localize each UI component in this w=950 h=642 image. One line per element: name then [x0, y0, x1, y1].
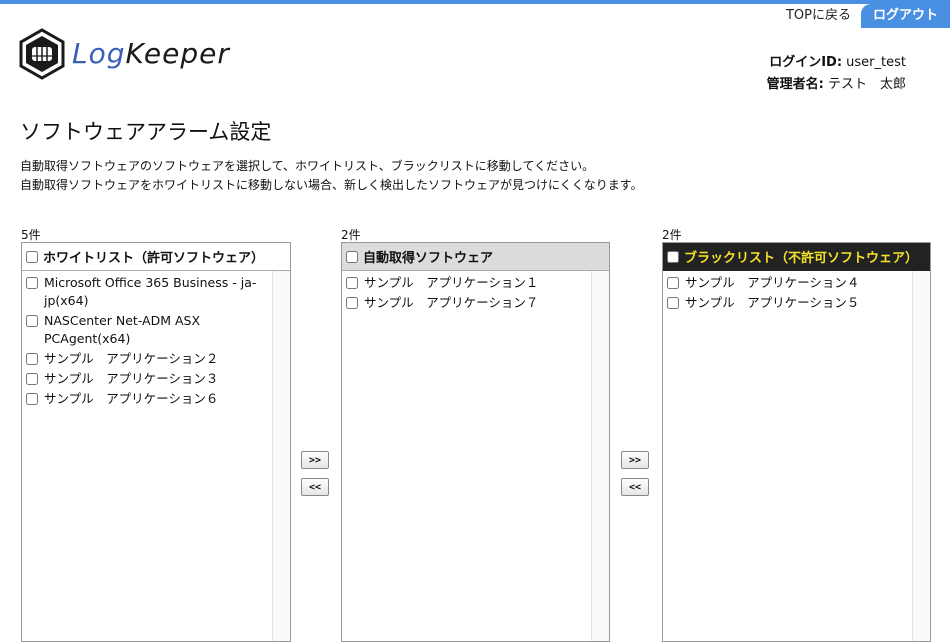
whitelist-list[interactable]: Microsoft Office 365 Business - ja-jp(x6…: [22, 271, 290, 641]
logkeeper-logo-icon: [19, 28, 65, 80]
blacklist-panel: ブラックリスト（不許可ソフトウェア） サンプル アプリケーション４ サンプル ア…: [662, 242, 931, 642]
list-item[interactable]: サンプル アプリケーション２: [26, 350, 270, 368]
page-description: 自動取得ソフトウェアのソフトウェアを選択して、ホワイトリスト、ブラックリストに移…: [20, 157, 643, 195]
logo: LogKeeper: [18, 28, 230, 80]
item-checkbox[interactable]: [26, 353, 38, 365]
logo-text-keeper: Keeper: [125, 37, 230, 70]
auto-select-all-checkbox[interactable]: [346, 250, 358, 263]
user-info: ログインID: user_test 管理者名: テスト 太郎: [767, 52, 906, 96]
top-nav: TOPに戻る ログアウト: [776, 4, 950, 28]
item-checkbox[interactable]: [346, 297, 358, 309]
item-checkbox[interactable]: [26, 373, 38, 385]
item-checkbox[interactable]: [667, 277, 679, 289]
whitelist-panel: ホワイトリスト（許可ソフトウェア） Microsoft Office 365 B…: [21, 242, 291, 642]
blacklist-header: ブラックリスト（不許可ソフトウェア）: [663, 243, 930, 271]
auto-panel: 自動取得ソフトウェア サンプル アプリケーション１ サンプル アプリケーション７: [341, 242, 610, 642]
logout-button[interactable]: ログアウト: [860, 4, 950, 28]
item-label: サンプル アプリケーション７: [364, 295, 539, 310]
auto-count: 2件: [341, 228, 361, 242]
item-label: サンプル アプリケーション１: [364, 275, 539, 290]
list-item[interactable]: サンプル アプリケーション３: [26, 370, 270, 388]
description-line-2: 自動取得ソフトウェアをホワイトリストに移動しない場合、新しく検出したソフトウェア…: [20, 178, 643, 192]
logo-text-log: Log: [72, 37, 126, 70]
logo-text: LogKeeper: [72, 40, 230, 68]
whitelist-count: 5件: [21, 228, 41, 242]
admin-name-value: テスト 太郎: [827, 77, 906, 92]
item-label: サンプル アプリケーション６: [44, 391, 219, 406]
auto-scrollbar[interactable]: [591, 271, 609, 641]
item-label: NASCenter Net-ADM ASX PCAgent(x64): [44, 313, 201, 346]
move-to-whitelist-button[interactable]: <<: [301, 478, 329, 496]
whitelist-header: ホワイトリスト（許可ソフトウェア）: [22, 243, 290, 271]
admin-name-row: 管理者名: テスト 太郎: [767, 74, 906, 96]
auto-title: 自動取得ソフトウェア: [363, 251, 494, 266]
list-item[interactable]: NASCenter Net-ADM ASX PCAgent(x64): [26, 312, 270, 348]
move-to-blacklist-button[interactable]: >>: [621, 451, 649, 469]
blacklist-select-all-checkbox[interactable]: [667, 250, 679, 263]
description-line-1: 自動取得ソフトウェアのソフトウェアを選択して、ホワイトリスト、ブラックリストに移…: [20, 159, 595, 173]
item-checkbox[interactable]: [346, 277, 358, 289]
list-item[interactable]: サンプル アプリケーション７: [346, 294, 589, 312]
item-checkbox[interactable]: [26, 315, 38, 327]
list-item[interactable]: サンプル アプリケーション５: [667, 294, 910, 312]
whitelist-scrollbar[interactable]: [272, 271, 290, 641]
item-label: サンプル アプリケーション４: [685, 275, 860, 290]
login-id-value: user_test: [846, 55, 906, 70]
auto-list[interactable]: サンプル アプリケーション１ サンプル アプリケーション７: [342, 271, 609, 641]
item-label: Microsoft Office 365 Business - ja-jp(x6…: [44, 275, 257, 308]
admin-name-label: 管理者名:: [766, 77, 824, 92]
blacklist-count: 2件: [662, 228, 682, 242]
item-label: サンプル アプリケーション５: [685, 295, 860, 310]
login-id-row: ログインID: user_test: [767, 52, 906, 74]
whitelist-title: ホワイトリスト（許可ソフトウェア）: [43, 251, 265, 266]
blacklist-list[interactable]: サンプル アプリケーション４ サンプル アプリケーション５: [663, 271, 930, 641]
item-checkbox[interactable]: [26, 393, 38, 405]
move-to-auto-button[interactable]: >>: [301, 451, 329, 469]
move-back-to-auto-button[interactable]: <<: [621, 478, 649, 496]
list-item[interactable]: サンプル アプリケーション４: [667, 274, 910, 292]
item-label: サンプル アプリケーション２: [44, 351, 219, 366]
item-checkbox[interactable]: [667, 297, 679, 309]
list-item[interactable]: Microsoft Office 365 Business - ja-jp(x6…: [26, 274, 270, 310]
list-item[interactable]: サンプル アプリケーション６: [26, 390, 270, 408]
item-label: サンプル アプリケーション３: [44, 371, 219, 386]
item-checkbox[interactable]: [26, 277, 38, 289]
blacklist-title: ブラックリスト（不許可ソフトウェア）: [684, 251, 919, 266]
whitelist-select-all-checkbox[interactable]: [26, 250, 38, 263]
page-title: ソフトウェアアラーム設定: [20, 120, 272, 144]
top-link[interactable]: TOPに戻る: [776, 4, 861, 28]
list-item[interactable]: サンプル アプリケーション１: [346, 274, 589, 292]
blacklist-scrollbar[interactable]: [912, 271, 930, 641]
login-id-label: ログインID:: [769, 55, 843, 70]
auto-header: 自動取得ソフトウェア: [342, 243, 609, 271]
